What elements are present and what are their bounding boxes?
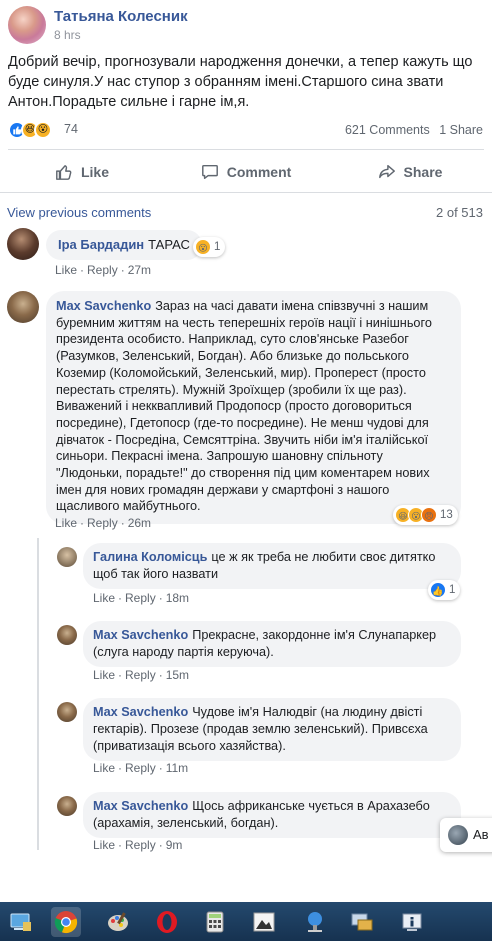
replier-name[interactable]: Галина Коломісць — [93, 550, 207, 564]
calculator-icon[interactable] — [200, 907, 230, 937]
system-info-icon[interactable] — [397, 907, 427, 937]
view-previous-comments-link[interactable]: View previous comments — [7, 205, 151, 220]
reply-reply-link[interactable]: Reply — [125, 838, 156, 852]
comment-bubble: Max Savchenko Зараз на часі давати імена … — [46, 291, 461, 525]
reply: Галина Коломісць це ж як треба не любити … — [0, 540, 492, 606]
comment-reply-link[interactable]: Reply — [87, 516, 118, 530]
replier-name[interactable]: Max Savchenko — [93, 628, 188, 642]
shares-count[interactable]: 1 Share — [439, 123, 483, 137]
reply: Max Savchenko Прекрасне, закордонне ім'я … — [0, 618, 492, 684]
reply-actions: Like · Reply · 11m — [93, 761, 189, 775]
reply-time[interactable]: 15m — [166, 668, 189, 682]
reply-time[interactable]: 11m — [166, 761, 188, 775]
reply-bubble: Max Savchenko Чудове ім'я Налюдвіг (на лю… — [83, 698, 461, 761]
replier-name[interactable]: Max Savchenko — [93, 705, 188, 719]
reply-bubble: Max Savchenko Щось африканське чується в … — [83, 792, 461, 838]
reply-bubble: Max Savchenko Прекрасне, закордонне ім'я … — [83, 621, 461, 667]
commenter-avatar[interactable] — [7, 291, 39, 323]
reply-bubble: Галина Коломісць це ж як треба не любити … — [83, 543, 461, 589]
reply-reactions[interactable]: 👍 1 — [428, 580, 461, 600]
chrome-icon[interactable] — [51, 907, 81, 937]
post-author-name[interactable]: Татьяна Колесник — [54, 8, 188, 25]
replier-avatar[interactable] — [57, 625, 77, 645]
chat-contact-label: Ав — [473, 827, 489, 842]
speech-bubble-icon — [201, 164, 218, 180]
reaction-count: 74 — [64, 122, 78, 136]
comment-text: ТАРАС — [148, 237, 190, 252]
comment-like-link[interactable]: Like — [55, 263, 77, 277]
comment-reaction-count: 13 — [440, 509, 453, 521]
photo-viewer-icon[interactable] — [249, 907, 279, 937]
comment-bubble: Іра Бардадин ТАРАС — [46, 230, 202, 260]
post-action-bar: Like Comment Share — [0, 156, 492, 188]
comments-pager: 2 of 513 — [436, 205, 483, 220]
network-icon[interactable] — [300, 907, 330, 937]
replier-name[interactable]: Max Savchenko — [93, 799, 188, 813]
comment-time[interactable]: 26m — [128, 516, 151, 530]
share-button-label: Share — [403, 164, 443, 180]
author-avatar[interactable] — [8, 6, 46, 44]
comments-count[interactable]: 621 Comments — [345, 123, 430, 137]
comment-reply-link[interactable]: Reply — [87, 263, 118, 277]
replier-avatar[interactable] — [57, 547, 77, 567]
commenter-name[interactable]: Іра Бардадин — [58, 237, 144, 252]
post-stats: 621 Comments 1 Share — [339, 123, 483, 137]
share-button[interactable]: Share — [328, 156, 492, 188]
chat-popup-tab[interactable]: Ав — [440, 818, 492, 852]
reply-actions: Like · Reply · 15m — [93, 668, 190, 682]
reply-reaction-count: 1 — [449, 584, 456, 596]
post-text: Добрий вечір, прогнозували народження до… — [8, 54, 473, 110]
reply-like-link[interactable]: Like — [93, 838, 115, 852]
control-panel-icon[interactable] — [347, 907, 377, 937]
post-timestamp[interactable]: 8 hrs — [54, 28, 81, 42]
divider — [0, 192, 492, 193]
share-arrow-icon — [378, 164, 395, 179]
commenter-avatar[interactable] — [7, 228, 39, 260]
reply-time[interactable]: 9m — [166, 838, 183, 852]
reply-time[interactable]: 18m — [166, 591, 189, 605]
commenter-name[interactable]: Max Savchenko — [56, 299, 151, 313]
comment-button-label: Comment — [226, 164, 292, 180]
os-taskbar — [0, 902, 492, 941]
replier-avatar[interactable] — [57, 702, 77, 722]
angry-reaction-icon: 😠 — [421, 507, 437, 523]
opera-icon[interactable] — [152, 907, 182, 937]
reply-reply-link[interactable]: Reply — [125, 761, 156, 775]
comment: Max Savchenko Зараз на часі давати імена … — [0, 288, 492, 533]
like-reaction-icon: 👍 — [430, 582, 446, 598]
comment-text: Зараз на часі давати імена співзвучні з … — [56, 299, 432, 514]
comment: Іра Бардадин ТАРАС 😮 1 Like · Reply · 27m — [0, 226, 492, 280]
thumbs-up-icon — [56, 165, 72, 180]
reply-reply-link[interactable]: Reply — [125, 668, 156, 682]
reply: Max Savchenko Чудове ім'я Налюдвіг (на лю… — [0, 695, 492, 780]
post-header: Татьяна Колесник 8 hrs — [8, 6, 492, 44]
comment-reaction-count: 1 — [214, 241, 221, 253]
comment-actions: Like · Reply · 27m — [55, 263, 152, 277]
wow-reaction-icon: 😮 — [34, 121, 52, 139]
reply-actions: Like · Reply · 9m — [93, 838, 183, 852]
reply-like-link[interactable]: Like — [93, 668, 115, 682]
reply-like-link[interactable]: Like — [93, 591, 115, 605]
reply: Max Savchenko Щось африканське чується в … — [0, 790, 492, 856]
reply-reply-link[interactable]: Reply — [125, 591, 156, 605]
comment-reactions[interactable]: 😮 1 — [193, 237, 226, 257]
paint-icon[interactable] — [103, 907, 133, 937]
replier-avatar[interactable] — [57, 796, 77, 816]
like-button-label: Like — [80, 164, 109, 180]
wow-reaction-icon: 😮 — [195, 239, 211, 255]
reply-actions: Like · Reply · 18m — [93, 591, 190, 605]
divider — [8, 149, 484, 150]
explorer-icon[interactable] — [6, 907, 36, 937]
reply-like-link[interactable]: Like — [93, 761, 115, 775]
comment-button[interactable]: Comment — [164, 156, 328, 188]
chat-contact-avatar — [448, 825, 468, 845]
like-button[interactable]: Like — [0, 156, 164, 188]
comment-reactions[interactable]: 😆 😮 😠 13 — [393, 505, 458, 525]
comment-actions: Like · Reply · 26m — [55, 516, 152, 530]
comment-like-link[interactable]: Like — [55, 516, 77, 530]
comment-time[interactable]: 27m — [128, 263, 151, 277]
